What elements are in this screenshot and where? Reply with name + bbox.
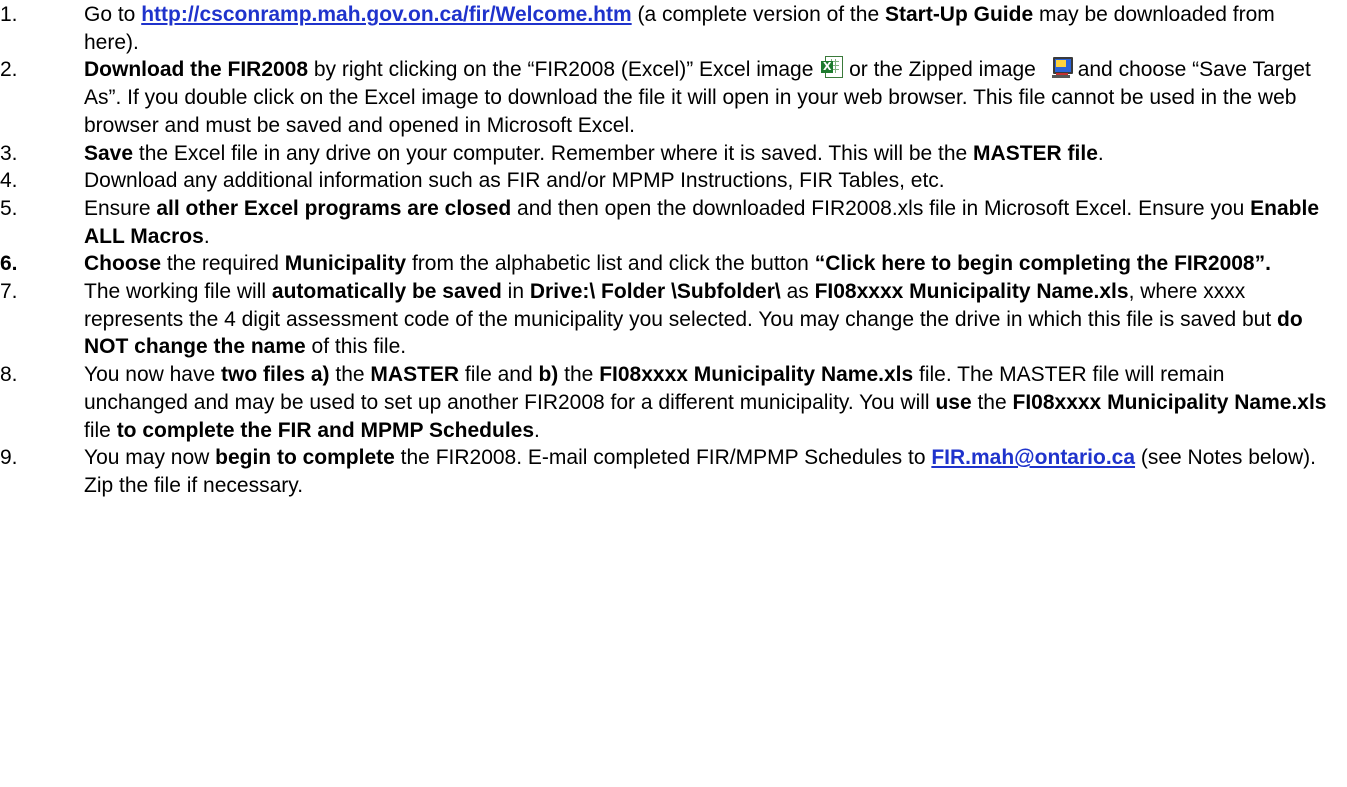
bold-text: automatically be saved [271, 280, 502, 304]
text-run: in [501, 280, 530, 304]
bold-text: Download the FIR2008 [84, 58, 309, 82]
text-run: file [84, 418, 117, 442]
excel-icon[interactable]: X [821, 56, 844, 79]
list-item-number: 5. [0, 196, 18, 220]
list-item-number: 9. [0, 446, 18, 470]
list-item-text: Ensure all other Excel programs are clos… [84, 195, 1334, 250]
list-item-text: Download the FIR2008 by right clicking o… [84, 56, 1334, 139]
list-item-text: Go to http://csconramp.mah.gov.on.ca/fir… [84, 1, 1334, 56]
text-run: . [534, 418, 540, 442]
text-run: Ensure [84, 196, 157, 220]
email-link[interactable]: FIR.mah@ontario.ca [931, 446, 1135, 469]
list-item-text: You may now begin to complete the FIR200… [84, 444, 1334, 499]
bold-text: FI08xxxx Municipality Name.xls [599, 363, 914, 387]
list-item-text: Choose the required Municipality from th… [84, 250, 1334, 278]
bold-text: MASTER file [973, 141, 1098, 165]
list-item: 5. Ensure all other Excel programs are cl… [0, 195, 1334, 250]
bold-text: FI08xxxx Municipality Name.xls [1012, 390, 1327, 414]
bold-text: b) [538, 363, 559, 387]
list-item: 6. Choose the required Municipality from … [0, 250, 1334, 278]
list-item: 3. Save the Excel file in any drive on yo… [0, 140, 1334, 168]
list-item-text: The working file will automatically be s… [84, 278, 1334, 361]
list-item-text: Save the Excel file in any drive on your… [84, 140, 1334, 168]
list-item: 4. Download any additional information su… [0, 167, 1334, 195]
bold-text: two files a) [221, 363, 330, 387]
bold-text: Municipality [284, 252, 407, 276]
bold-text: Choose [84, 252, 162, 276]
text-run: the Excel file in any drive on your comp… [133, 141, 974, 165]
list-item: 9. You may now begin to complete the FIR2… [0, 444, 1334, 499]
text-run: the FIR2008. E-mail completed FIR/MPMP S… [394, 446, 932, 470]
zipped-file-icon[interactable] [1050, 56, 1073, 79]
text-run: . [203, 224, 210, 248]
bold-text: FI08xxxx Municipality Name.xls [814, 280, 1129, 304]
text-run: The working file will [84, 280, 272, 304]
text-run: (a complete version of the [631, 3, 885, 26]
list-item: 2. Download the FIR2008 by right clicking… [0, 56, 1334, 139]
list-item-number: 2. [0, 58, 18, 82]
list-item: 8. You now have two files a) the MASTER f… [0, 361, 1334, 444]
bold-text: Drive:\ Folder \Subfolder\ [529, 280, 781, 304]
bold-text: Start-Up Guide [884, 3, 1034, 26]
text-run: Download any additional information such… [84, 169, 945, 193]
list-item-text: You now have two files a) the MASTER fil… [84, 361, 1334, 444]
text-run: from the alphabetic list and click the b… [406, 252, 815, 276]
text-run: as [780, 280, 815, 304]
bold-text: all other Excel programs are closed [156, 196, 512, 220]
bold-text: Save [84, 141, 134, 165]
text-run: or the Zipped image [843, 58, 1042, 82]
list-item-number: 3. [0, 141, 18, 165]
bold-text: begin to complete [215, 446, 395, 470]
list-item: 1. Go to http://csconramp.mah.gov.on.ca/f… [0, 1, 1334, 56]
list-item-number: 1. [0, 3, 18, 26]
text-run: Go to [84, 3, 142, 26]
text-run: of this file. [305, 335, 407, 359]
website-link[interactable]: http://csconramp.mah.gov.on.ca/fir/Welco… [141, 3, 631, 26]
list-item-number: 8. [0, 363, 18, 387]
bold-text: to complete the FIR and MPMP Schedules [116, 418, 535, 442]
text-run: by right clicking on the “FIR2008 (Excel… [308, 58, 820, 82]
list-item-text: Download any additional information such… [84, 167, 1334, 195]
text-run: file and [459, 363, 539, 387]
bold-text: “Click here to begin completing the FIR2… [814, 252, 1271, 276]
text-run: You now have [84, 363, 222, 387]
text-run: the [329, 363, 371, 387]
text-run: the required [161, 252, 285, 276]
list-item: 7. The working file will automatically be… [0, 278, 1334, 361]
bold-text: MASTER [370, 363, 460, 387]
bold-text: use [935, 390, 972, 414]
text-run: and then open the downloaded FIR2008.xls… [511, 196, 1251, 220]
text-run: the [558, 363, 600, 387]
text-run: . [1097, 141, 1104, 165]
text-run: You may now [84, 446, 216, 470]
instruction-list: 1. Go to http://csconramp.mah.gov.on.ca/f… [0, 0, 1347, 500]
list-item-number: 7. [0, 280, 18, 304]
text-run: the [971, 390, 1013, 414]
list-item-number: 6. [0, 252, 18, 276]
list-item-number: 4. [0, 169, 18, 193]
